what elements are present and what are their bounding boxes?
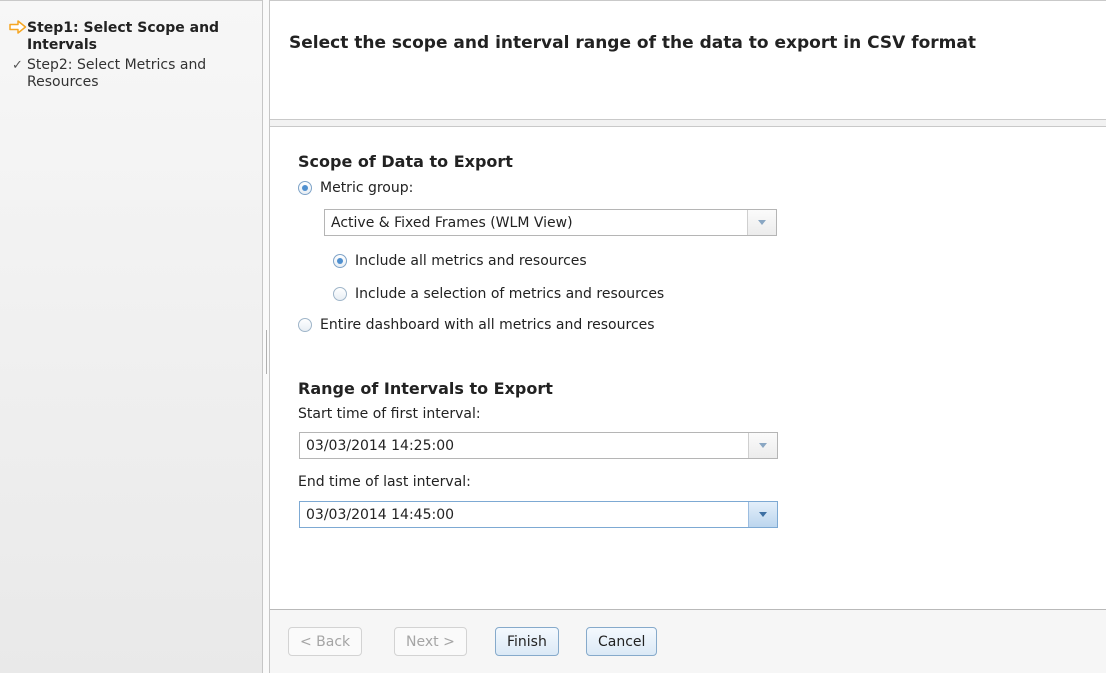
panel-splitter[interactable] [262,0,270,673]
next-button[interactable]: Next > [394,627,467,656]
splitter-grip[interactable] [266,330,267,374]
metric-group-option[interactable]: Metric group: [298,180,413,196]
start-time-value: 03/03/2014 14:25:00 [306,437,455,454]
include-all-option[interactable]: Include all metrics and resources [333,253,587,269]
include-selection-option[interactable]: Include a selection of metrics and resou… [333,286,664,302]
back-button[interactable]: < Back [288,627,363,656]
start-time-label: Start time of first interval: [298,406,481,422]
checkmark-icon: ✓ [12,58,23,73]
chevron-down-icon [759,443,767,448]
metric-group-radio[interactable] [298,181,312,195]
include-selection-radio[interactable] [333,287,347,301]
metric-group-select[interactable]: Active & Fixed Frames (WLM View) [324,209,777,236]
finish-button[interactable]: Finish [495,627,559,656]
end-time-label: End time of last interval: [298,474,471,490]
metric-group-value: Active & Fixed Frames (WLM View) [331,214,573,231]
scope-section-title: Scope of Data to Export [298,152,513,171]
chevron-down-icon [759,512,767,517]
step-1[interactable]: Step1: Select Scope and Intervals [8,20,257,54]
metric-group-label: Metric group: [320,180,414,196]
start-time-select[interactable]: 03/03/2014 14:25:00 [299,432,778,459]
end-time-dropdown-button[interactable] [748,502,777,527]
include-all-radio[interactable] [333,254,347,268]
include-all-label: Include all metrics and resources [355,253,587,269]
step-2-label: Step2: Select Metrics and Resources [27,57,207,90]
entire-dashboard-label: Entire dashboard with all metrics and re… [320,317,655,333]
start-time-dropdown-button[interactable] [748,433,777,458]
end-time-select[interactable]: 03/03/2014 14:45:00 [299,501,778,528]
cancel-button[interactable]: Cancel [586,627,658,656]
include-selection-label: Include a selection of metrics and resou… [355,286,665,302]
range-section-title: Range of Intervals to Export [298,379,553,398]
wizard-header: Select the scope and interval range of t… [270,0,1106,120]
entire-dashboard-radio[interactable] [298,318,312,332]
metric-group-dropdown-button[interactable] [747,210,776,235]
step-2[interactable]: ✓ Step2: Select Metrics and Resources [8,57,257,91]
chevron-down-icon [758,220,766,225]
wizard-steps-panel: Step1: Select Scope and Intervals ✓ Step… [0,0,262,673]
step-1-label: Step1: Select Scope and Intervals [27,20,220,53]
end-time-value: 03/03/2014 14:45:00 [306,506,455,523]
arrow-right-icon [8,20,27,38]
entire-dashboard-option[interactable]: Entire dashboard with all metrics and re… [298,317,655,333]
page-title: Select the scope and interval range of t… [289,33,976,53]
wizard-footer: < Back Next > Finish Cancel [270,609,1106,673]
wizard-content: Scope of Data to Export Metric group: Ac… [270,126,1106,609]
